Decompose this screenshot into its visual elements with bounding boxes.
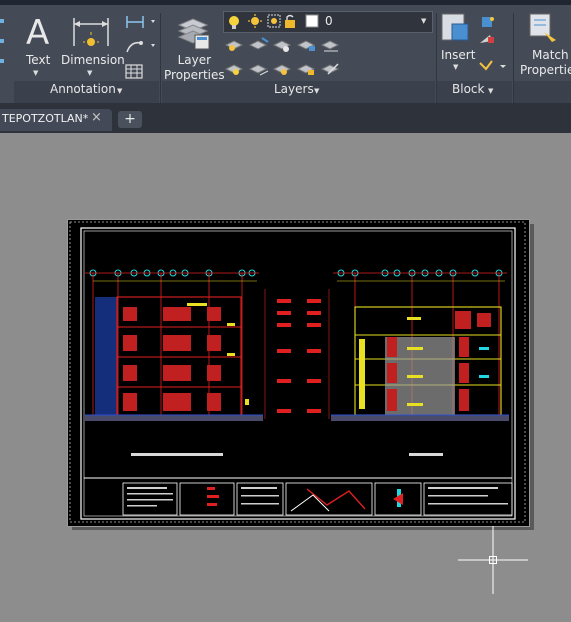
leader-icon[interactable] bbox=[125, 37, 157, 55]
crosshair-cursor bbox=[458, 526, 528, 594]
panel-separator bbox=[160, 13, 161, 103]
annotation-panel-title: Annotation bbox=[50, 82, 116, 96]
dimension-button[interactable]: Dimension ▼ bbox=[60, 10, 125, 80]
insert-button[interactable]: Insert ▼ bbox=[438, 10, 476, 76]
layer-dropdown-arrow-icon[interactable]: ▼ bbox=[421, 17, 426, 25]
layer-state-icons bbox=[229, 14, 319, 29]
text-button[interactable]: A Text ▼ bbox=[18, 10, 58, 80]
layer-tools-row-1[interactable] bbox=[224, 36, 344, 54]
properties-panel-bar[interactable] bbox=[514, 81, 571, 103]
text-label: Text bbox=[26, 53, 51, 67]
new-tab-button[interactable]: + bbox=[118, 111, 142, 128]
insert-block-icon bbox=[441, 13, 469, 41]
block-panel-title: Block bbox=[452, 82, 485, 96]
match-properties-button[interactable]: Match Properties bbox=[516, 10, 571, 80]
layer-tools-row-2[interactable] bbox=[224, 60, 344, 78]
linear-dimension-icon[interactable] bbox=[125, 13, 157, 31]
match-properties-icon bbox=[529, 13, 556, 42]
layer-properties-icon bbox=[177, 18, 210, 50]
insert-dropdown-icon[interactable]: ▼ bbox=[453, 63, 458, 71]
match-properties-label: Match Properties bbox=[520, 48, 571, 77]
text-icon: A bbox=[26, 14, 49, 48]
dimension-label: Dimension bbox=[61, 53, 125, 67]
layers-panel-expand-icon[interactable]: ▼ bbox=[314, 87, 319, 95]
svg-text:A: A bbox=[26, 14, 49, 48]
insert-label: Insert bbox=[441, 48, 476, 62]
text-dropdown-icon[interactable]: ▼ bbox=[33, 69, 38, 77]
current-layer-name: 0 bbox=[325, 14, 333, 28]
tools-icon[interactable] bbox=[0, 15, 10, 75]
layer-properties-button[interactable]: Layer Properties bbox=[163, 10, 225, 86]
block-panel-expand-icon[interactable]: ▼ bbox=[488, 87, 493, 95]
block-tools-icons[interactable] bbox=[478, 13, 510, 79]
layers-panel-title: Layers bbox=[274, 82, 314, 96]
close-tab-icon[interactable]: × bbox=[91, 110, 102, 125]
layer-properties-label: Layer Properties bbox=[164, 53, 225, 82]
dimension-icon bbox=[73, 18, 109, 46]
drawing-viewport bbox=[69, 221, 526, 523]
annotation-panel-expand-icon[interactable]: ▼ bbox=[117, 87, 122, 95]
table-icon[interactable] bbox=[125, 63, 145, 81]
document-tab-label: TEPOTZOTLAN* bbox=[2, 112, 89, 125]
dimension-dropdown-icon[interactable]: ▼ bbox=[87, 69, 92, 77]
